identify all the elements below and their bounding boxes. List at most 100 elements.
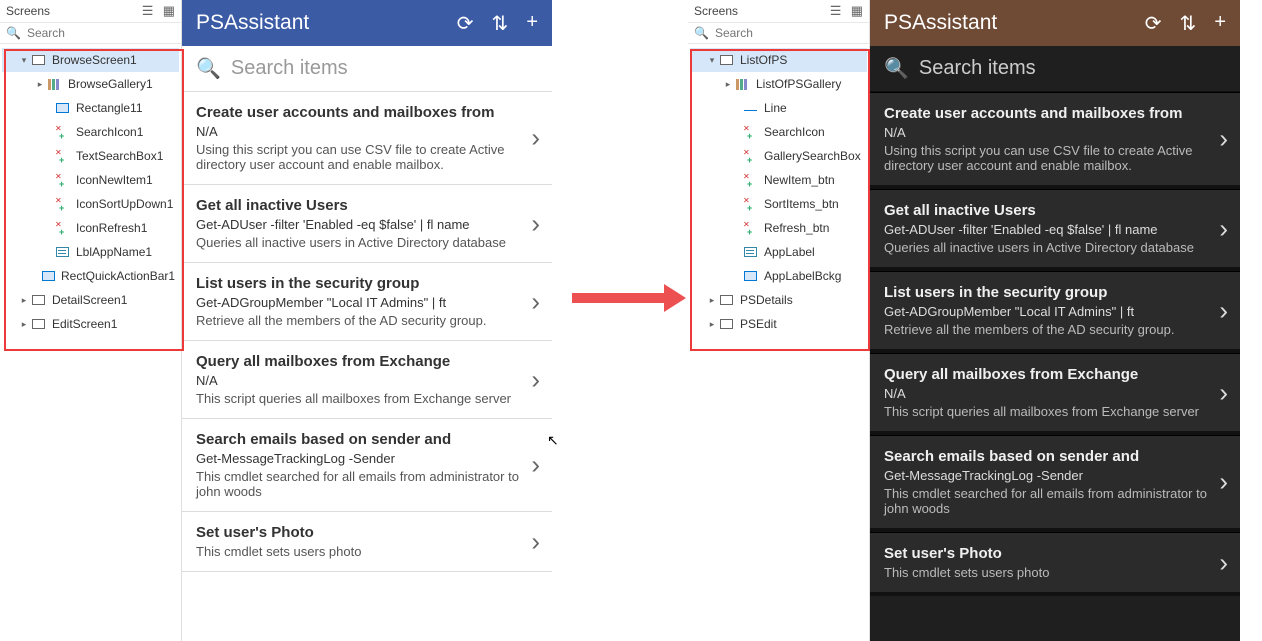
list-item[interactable]: Create user accounts and mailboxes fromN… bbox=[182, 92, 552, 185]
item-title: Set user's Photo bbox=[196, 524, 538, 541]
tree-item[interactable]: ▾BrowseScreen1 bbox=[2, 48, 179, 72]
chevron-right-icon: › bbox=[1219, 295, 1228, 326]
tree-item[interactable]: RectQuickActionBar1 bbox=[2, 264, 179, 288]
list-item[interactable]: List users in the security groupGet-ADGr… bbox=[870, 271, 1240, 353]
tree-item-label: NewItem_btn bbox=[764, 173, 835, 187]
item-subtitle: N/A bbox=[196, 373, 538, 388]
refresh-icon[interactable]: ⟳ bbox=[457, 11, 474, 36]
item-description: Queries all inactive users in Active Dir… bbox=[884, 240, 1226, 255]
expand-arrow-icon[interactable]: ▸ bbox=[722, 79, 734, 90]
app-search[interactable]: 🔍 Search items bbox=[870, 46, 1240, 92]
tree-item[interactable]: ▸ DetailScreen1 bbox=[2, 288, 179, 312]
tree-item[interactable]: Line bbox=[690, 96, 867, 120]
tree-item[interactable]: ▸ BrowseGallery1 bbox=[2, 72, 179, 96]
tree-item-label: TextSearchBox1 bbox=[76, 149, 163, 163]
tree-item[interactable]: NewItem_btn bbox=[690, 168, 867, 192]
item-description: This cmdlet sets users photo bbox=[884, 565, 1226, 580]
tree-item[interactable]: AppLabelBckg bbox=[690, 264, 867, 288]
item-description: Using this script you can use CSV file t… bbox=[884, 143, 1226, 173]
expand-arrow-icon[interactable]: ▾ bbox=[18, 55, 30, 66]
tree-list: ▾ListOfPS▸ListOfPSGallery Line SearchIconG… bbox=[688, 44, 869, 340]
item-description: This cmdlet sets users photo bbox=[196, 544, 538, 559]
list-item[interactable]: Set user's Photo This cmdlet sets users p… bbox=[182, 512, 552, 572]
item-title: Get all inactive Users bbox=[884, 202, 1226, 219]
grid-view-icon[interactable]: ▦ bbox=[851, 3, 863, 18]
expand-arrow-icon[interactable]: ▾ bbox=[706, 55, 718, 66]
tree-item[interactable]: TextSearchBox1 bbox=[2, 144, 179, 168]
item-subtitle: N/A bbox=[196, 124, 538, 139]
tree-item[interactable]: GallerySearchBox bbox=[690, 144, 867, 168]
sort-icon[interactable]: ⇅ bbox=[492, 11, 509, 36]
list-item[interactable]: Get all inactive UsersGet-ADUser -filter… bbox=[870, 189, 1240, 271]
tree-item-label: LblAppName1 bbox=[76, 245, 152, 259]
tree-header-title: Screens bbox=[6, 4, 50, 18]
tree-item[interactable]: IconRefresh1 bbox=[2, 216, 179, 240]
control-icon bbox=[54, 126, 70, 139]
list-item[interactable]: Create user accounts and mailboxes fromN… bbox=[870, 92, 1240, 189]
tree-item[interactable]: Rectangle11 bbox=[2, 96, 179, 120]
list-item[interactable]: Query all mailboxes from ExchangeN/AThis… bbox=[870, 353, 1240, 435]
expand-arrow-icon[interactable]: ▸ bbox=[18, 319, 30, 330]
header-buttons: ⟳ ⇅ + bbox=[1145, 11, 1226, 36]
list-item[interactable]: Set user's PhotoThis cmdlet sets users p… bbox=[870, 532, 1240, 596]
sort-icon[interactable]: ⇅ bbox=[1180, 11, 1197, 36]
expand-arrow-icon[interactable]: ▸ bbox=[706, 319, 718, 330]
tree-item[interactable]: IconNewItem1 bbox=[2, 168, 179, 192]
add-icon[interactable]: + bbox=[526, 11, 538, 36]
tree-item[interactable]: ▸ListOfPSGallery bbox=[690, 72, 867, 96]
tree-item[interactable]: LblAppName1 bbox=[2, 240, 179, 264]
refresh-icon[interactable]: ⟳ bbox=[1145, 11, 1162, 36]
control-icon bbox=[742, 126, 758, 139]
grid-view-icon[interactable]: ▦ bbox=[163, 3, 175, 18]
list-view-icon[interactable]: ☰ bbox=[830, 3, 842, 18]
item-description: Retrieve all the members of the AD secur… bbox=[196, 313, 538, 328]
chevron-right-icon: › bbox=[531, 526, 540, 557]
list-item[interactable]: Query all mailboxes from ExchangeN/AThis… bbox=[182, 341, 552, 419]
item-subtitle: N/A bbox=[884, 125, 1226, 140]
tree-item[interactable]: Refresh_btn bbox=[690, 216, 867, 240]
expand-arrow-icon[interactable]: ▸ bbox=[18, 295, 30, 306]
list-item[interactable]: List users in the security groupGet-ADGr… bbox=[182, 263, 552, 341]
tree-item[interactable]: AppLabel bbox=[690, 240, 867, 264]
list-view-icon[interactable]: ☰ bbox=[142, 3, 154, 18]
control-icon bbox=[54, 222, 70, 235]
tree-item-label: DetailScreen1 bbox=[52, 293, 127, 307]
label-icon bbox=[742, 246, 758, 259]
tree-search-input[interactable] bbox=[27, 26, 175, 40]
search-icon: 🔍 bbox=[6, 26, 21, 40]
tree-item[interactable]: IconSortUpDown1 bbox=[2, 192, 179, 216]
tree-item-label: IconSortUpDown1 bbox=[76, 197, 173, 211]
tree-item[interactable]: ▾ListOfPS bbox=[690, 48, 867, 72]
tree-search[interactable]: 🔍 bbox=[0, 23, 181, 44]
app-title: PSAssistant bbox=[884, 11, 997, 35]
tree-item[interactable]: SortItems_btn bbox=[690, 192, 867, 216]
list-item[interactable]: Search emails based on sender andGet-Mes… bbox=[870, 435, 1240, 532]
tree-search[interactable]: 🔍 bbox=[688, 23, 869, 44]
item-subtitle: Get-MessageTrackingLog -Sender bbox=[196, 451, 538, 466]
list-item[interactable]: Search emails based on sender andGet-Mes… bbox=[182, 419, 552, 512]
tree-item-label: SortItems_btn bbox=[764, 197, 839, 211]
app-header: PSAssistant ⟳ ⇅ + bbox=[870, 0, 1240, 46]
tree-item-label: Line bbox=[764, 101, 787, 115]
expand-arrow-icon[interactable]: ▸ bbox=[34, 79, 46, 90]
tree-item[interactable]: ▸EditScreen1 bbox=[2, 312, 179, 336]
item-subtitle: N/A bbox=[884, 386, 1226, 401]
tree-item[interactable]: ▸PSEdit bbox=[690, 312, 867, 336]
tree-item[interactable]: SearchIcon bbox=[690, 120, 867, 144]
tree-item[interactable]: ▸PSDetails bbox=[690, 288, 867, 312]
tree-item-label: Refresh_btn bbox=[764, 221, 829, 235]
tree-item[interactable]: SearchIcon1 bbox=[2, 120, 179, 144]
search-icon: 🔍 bbox=[196, 56, 221, 81]
app-list: Create user accounts and mailboxes fromN… bbox=[870, 92, 1240, 641]
chevron-right-icon: › bbox=[531, 123, 540, 154]
app-search[interactable]: 🔍 Search items bbox=[182, 46, 552, 92]
chevron-right-icon: › bbox=[1219, 377, 1228, 408]
add-icon[interactable]: + bbox=[1214, 11, 1226, 36]
list-item[interactable]: Get all inactive UsersGet-ADUser -filter… bbox=[182, 185, 552, 263]
tree-search-input[interactable] bbox=[715, 26, 863, 40]
expand-arrow-icon[interactable]: ▸ bbox=[706, 295, 718, 306]
tree-list: ▾BrowseScreen1 ▸ BrowseGallery1 Rectangle11… bbox=[0, 44, 181, 340]
item-description: Queries all inactive users in Active Dir… bbox=[196, 235, 538, 250]
chevron-right-icon: › bbox=[531, 208, 540, 239]
tree-item-label: BrowseGallery1 bbox=[68, 77, 153, 91]
